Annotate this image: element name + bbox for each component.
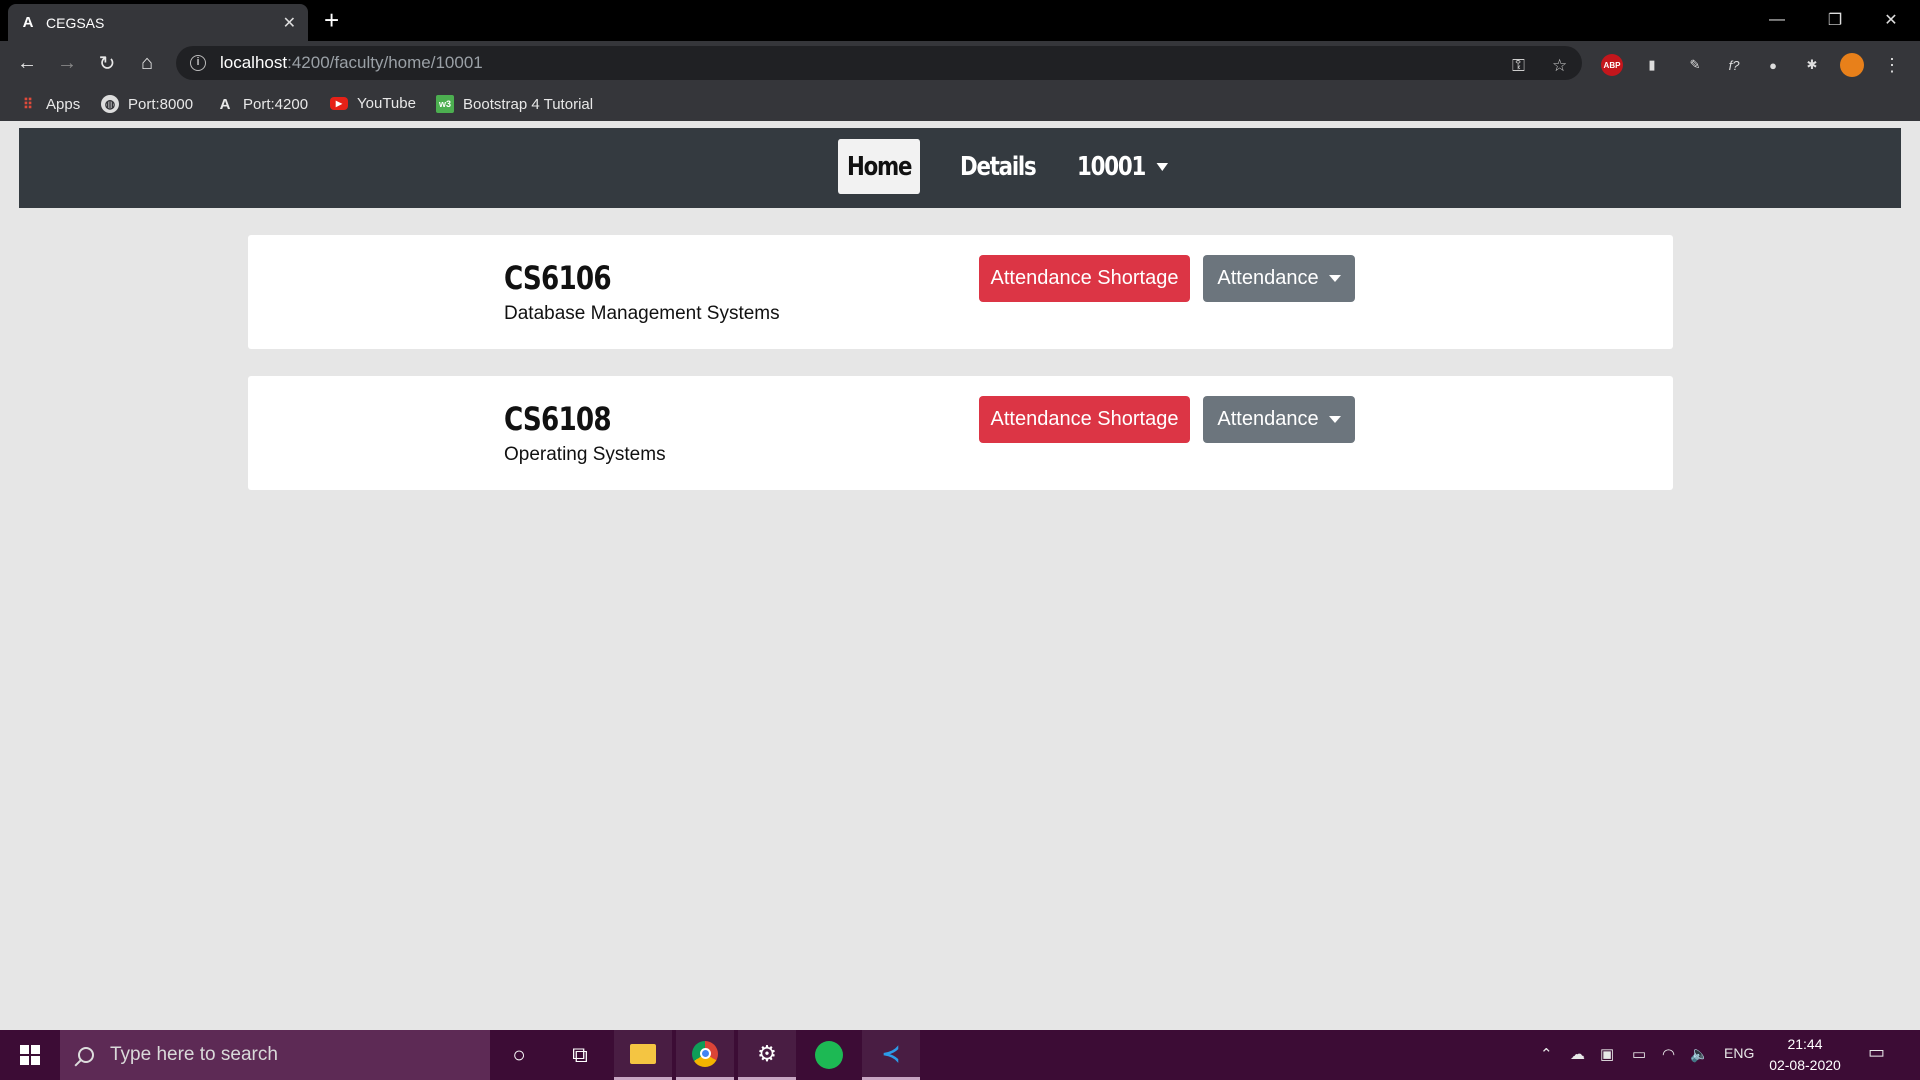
tab-title: CEGSAS (46, 14, 105, 31)
close-window-button[interactable]: ✕ (1862, 0, 1920, 40)
course-card: CS6108 Operating Systems Attendance Shor… (248, 376, 1673, 490)
onedrive-cloud-icon[interactable]: ☁ (1570, 1045, 1585, 1063)
spotify-icon[interactable] (800, 1030, 858, 1080)
bookmark-label: Apps (46, 95, 81, 113)
extension-formula-icon[interactable]: f? (1722, 53, 1746, 77)
minimize-button[interactable]: — (1748, 0, 1806, 40)
nav-home[interactable]: Home (838, 139, 921, 194)
browser-toolbar: ← → ↻ ⌂ i localhost:4200/faculty/home/10… (0, 41, 1920, 87)
windows-taskbar: Type here to search ○ ⧉ ⚙ ≺ ⌃ ☁ ▣ ▭ ◠ 🔈 … (0, 1030, 1920, 1080)
bookmark-label: Port:4200 (243, 95, 309, 113)
extension-mouse-icon[interactable]: ▮ (1640, 53, 1664, 77)
taskbar-search[interactable]: Type here to search (60, 1030, 490, 1080)
home-icon[interactable]: ⌂ (133, 49, 161, 77)
user-id: 10001 (1077, 151, 1146, 182)
reload-icon[interactable]: ↻ (93, 49, 121, 77)
battery-icon[interactable]: ▭ (1632, 1045, 1646, 1063)
menu-kebab-icon[interactable]: ⋮ (1880, 53, 1904, 77)
bookmark-apps[interactable]: ⠿ Apps (19, 95, 80, 113)
search-icon (78, 1047, 94, 1063)
bookmark-bootstrap-tutorial[interactable]: w3 Bootstrap 4 Tutorial (436, 95, 593, 113)
bookmarks-bar: ⠿ Apps ◍ Port:8000 A Port:4200 ▶ YouTube… (0, 87, 1920, 121)
wifi-icon[interactable]: ◠ (1662, 1045, 1675, 1063)
attendance-label: Attendance (1217, 267, 1319, 289)
chevron-down-icon (1328, 275, 1341, 282)
tray-chevron-up-icon[interactable]: ⌃ (1540, 1045, 1553, 1063)
course-code: CS6108 (504, 400, 612, 438)
restore-button[interactable]: ❐ (1806, 0, 1864, 40)
site-info-icon[interactable]: i (190, 55, 206, 71)
adblock-icon[interactable]: ABP (1600, 53, 1624, 77)
vscode-icon[interactable]: ≺ (862, 1030, 920, 1080)
file-explorer-icon[interactable] (614, 1030, 672, 1080)
bookmark-port-8000[interactable]: ◍ Port:8000 (101, 95, 193, 113)
bookmark-label: YouTube (357, 95, 416, 112)
angular-icon: A (22, 14, 34, 31)
chevron-down-icon (1156, 162, 1169, 171)
w3schools-icon: w3 (436, 95, 454, 113)
app-navbar: Home Details 10001 (19, 128, 1901, 208)
nav-user-dropdown[interactable]: 10001 (1068, 139, 1177, 194)
apps-grid-icon: ⠿ (22, 95, 34, 112)
task-view-icon[interactable]: ⧉ (551, 1030, 609, 1080)
start-button[interactable] (0, 1030, 60, 1080)
url-path: :4200/faculty/home/10001 (287, 53, 483, 72)
cortana-icon[interactable]: ○ (490, 1030, 548, 1080)
attendance-shortage-button[interactable]: Attendance Shortage (979, 255, 1190, 302)
url-host: localhost (220, 53, 288, 72)
extensions-puzzle-icon[interactable]: ✱ (1800, 53, 1824, 77)
taskbar-clock[interactable]: 21:44 02-08-2020 (1760, 1034, 1850, 1076)
nav-details[interactable]: Details (951, 139, 1044, 194)
profile-avatar[interactable] (1840, 53, 1864, 77)
bookmark-star-icon[interactable]: ☆ (1552, 56, 1567, 76)
clock-time: 21:44 (1787, 1036, 1823, 1052)
bookmark-youtube[interactable]: ▶ YouTube (330, 95, 416, 112)
bookmark-label: Bootstrap 4 Tutorial (463, 95, 594, 113)
course-code: CS6106 (504, 259, 612, 297)
volume-icon[interactable]: 🔈 (1690, 1045, 1709, 1063)
bookmark-label: Port:8000 (128, 95, 194, 113)
attendance-label: Attendance (1217, 408, 1319, 430)
attendance-dropdown-button[interactable]: Attendance (1203, 255, 1355, 302)
key-icon[interactable]: ⚿ (1512, 56, 1525, 76)
forward-icon[interactable]: → (53, 49, 81, 77)
course-name: Operating Systems (504, 444, 666, 465)
notification-center-icon[interactable]: ▭ (1868, 1042, 1885, 1063)
youtube-icon: ▶ (330, 97, 348, 110)
browser-tab[interactable]: A CEGSAS ✕ (8, 4, 308, 41)
extension-pen-icon[interactable]: ✎ (1683, 53, 1707, 77)
back-icon[interactable]: ← (13, 49, 41, 77)
address-bar[interactable]: i localhost:4200/faculty/home/10001 ⚿ ☆ (176, 46, 1582, 80)
bookmark-port-4200[interactable]: A Port:4200 (216, 95, 308, 113)
globe-icon: ◍ (101, 95, 119, 113)
angular-icon: A (219, 95, 231, 113)
extension-circle-icon[interactable]: ● (1761, 53, 1785, 77)
attendance-dropdown-button[interactable]: Attendance (1203, 396, 1355, 443)
tray-app-icon[interactable]: ▣ (1600, 1045, 1614, 1063)
new-tab-button[interactable]: + (324, 6, 339, 34)
browser-titlebar: A CEGSAS ✕ + — ❐ ✕ (0, 0, 1920, 41)
chevron-down-icon (1328, 416, 1341, 423)
tab-close-icon[interactable]: ✕ (283, 13, 296, 33)
clock-date: 02-08-2020 (1769, 1057, 1841, 1073)
chrome-icon[interactable] (676, 1030, 734, 1080)
settings-gear-icon[interactable]: ⚙ (738, 1030, 796, 1080)
course-card: CS6106 Database Management Systems Atten… (248, 235, 1673, 349)
attendance-shortage-button[interactable]: Attendance Shortage (979, 396, 1190, 443)
language-indicator[interactable]: ENG (1724, 1045, 1754, 1061)
windows-logo-icon (20, 1045, 40, 1065)
search-placeholder: Type here to search (110, 1044, 278, 1065)
course-name: Database Management Systems (504, 303, 780, 324)
